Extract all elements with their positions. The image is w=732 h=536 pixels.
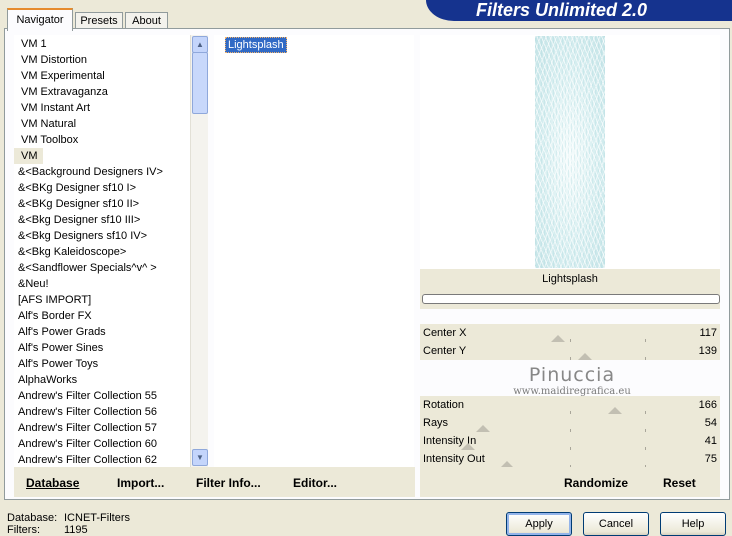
category-item[interactable]: &<BKg Designer sf10 II> (14, 196, 139, 212)
category-list[interactable]: VM 1 VM Distortion VM Experimental VM Extra… (14, 35, 190, 467)
param-center-y[interactable]: Center Y 139 (420, 342, 720, 360)
scroll-thumb[interactable] (192, 52, 208, 114)
status-database: Database: ICNET-Filters (7, 512, 130, 524)
status-filters-label: Filters: (7, 524, 40, 536)
category-item[interactable]: Alf's Power Toys (14, 356, 98, 372)
param-rays[interactable]: Rays 54 (420, 414, 720, 432)
apply-button[interactable]: Apply (506, 512, 572, 536)
category-item[interactable]: Alf's Power Sines (14, 340, 103, 356)
filter-info-button[interactable]: Filter Info... (196, 476, 261, 490)
category-item[interactable]: Andrew's Filter Collection 60 (14, 436, 157, 452)
tab-presets[interactable]: Presets (75, 12, 123, 29)
category-item[interactable]: VM Instant Art (14, 100, 90, 116)
param-label: Rotation (423, 399, 464, 411)
param-intensity-in[interactable]: Intensity In 41 (420, 432, 720, 450)
param-intensity-out[interactable]: Intensity Out 75 (420, 450, 720, 468)
category-item[interactable]: Alf's Border FX (14, 308, 92, 324)
category-item[interactable]: &<Sandflower Specials^v^ > (14, 260, 157, 276)
category-scrollbar[interactable]: ▲ ▼ (190, 35, 208, 467)
category-item[interactable]: VM Natural (14, 116, 76, 132)
slider-thumb[interactable] (476, 425, 490, 432)
param-label: Intensity Out (423, 453, 485, 465)
slider-thumb[interactable] (608, 407, 622, 414)
category-item[interactable]: &Neu! (14, 276, 49, 292)
database-button[interactable]: Database (26, 476, 79, 490)
tab-about[interactable]: About (125, 12, 168, 29)
filter-item-lightsplash[interactable]: Lightsplash (225, 37, 287, 53)
param-rotation[interactable]: Rotation 166 (420, 396, 720, 414)
slider-thumb[interactable] (551, 335, 565, 342)
category-item[interactable]: Andrew's Filter Collection 57 (14, 420, 157, 436)
category-item[interactable]: VM Toolbox (14, 132, 78, 148)
category-item[interactable]: VM Distortion (14, 52, 87, 68)
randomize-button[interactable]: Randomize (564, 476, 628, 490)
category-item[interactable]: VM (14, 148, 43, 164)
slider-thumb[interactable] (578, 353, 592, 360)
status-filters: Filters: 1195 (7, 524, 88, 536)
param-label: Center X (423, 327, 467, 339)
category-item[interactable]: &<Background Designers IV> (14, 164, 163, 180)
category-item[interactable]: [AFS IMPORT] (14, 292, 91, 308)
preview-filter-name: Lightsplash (542, 273, 598, 285)
param-label: Center Y (423, 345, 467, 357)
help-button[interactable]: Help (660, 512, 726, 536)
scroll-down-icon[interactable]: ▼ (192, 449, 208, 466)
status-database-label: Database: (7, 512, 58, 524)
param-value: 166 (698, 399, 717, 411)
status-database-value: ICNET-Filters (64, 512, 130, 524)
status-filters-value: 1195 (64, 524, 88, 536)
category-item[interactable]: Alf's Power Grads (14, 324, 106, 340)
category-item[interactable]: AlphaWorks (14, 372, 77, 388)
param-value: 139 (698, 345, 717, 357)
category-item[interactable]: &<Bkg Kaleidoscope> (14, 244, 126, 260)
editor-button[interactable]: Editor... (293, 476, 337, 490)
category-item[interactable]: &<BKg Designer sf10 I> (14, 180, 136, 196)
category-item[interactable]: &<Bkg Designers sf10 IV> (14, 228, 147, 244)
cancel-button[interactable]: Cancel (583, 512, 649, 536)
watermark-url: www.maidiregrafica.eu (513, 386, 631, 397)
scroll-up-icon[interactable]: ▲ (192, 36, 208, 53)
param-value: 54 (704, 417, 717, 429)
category-item[interactable]: Andrew's Filter Collection 62 (14, 452, 157, 467)
param-label: Rays (423, 417, 449, 429)
category-item[interactable]: &<Bkg Designer sf10 III> (14, 212, 140, 228)
param-center-x[interactable]: Center X 117 (420, 324, 720, 342)
app-title: Filters Unlimited 2.0 (476, 0, 648, 20)
category-item[interactable]: Andrew's Filter Collection 56 (14, 404, 157, 420)
category-item[interactable]: VM Extravaganza (14, 84, 108, 100)
reset-button[interactable]: Reset (663, 476, 696, 490)
progress-bar (422, 294, 720, 304)
tab-navigator[interactable]: Navigator (7, 8, 73, 31)
category-item[interactable]: Andrew's Filter Collection 55 (14, 388, 157, 404)
category-item[interactable]: VM Experimental (14, 68, 105, 84)
filter-list[interactable]: Lightsplash (214, 35, 414, 467)
watermark-name: Pinuccia (528, 364, 616, 386)
param-value: 41 (704, 435, 717, 447)
category-item[interactable]: VM 1 (14, 36, 47, 52)
param-value: 75 (704, 453, 717, 465)
slider-thumb[interactable] (461, 443, 475, 450)
import-button[interactable]: Import... (117, 476, 164, 490)
preview-image (535, 36, 605, 268)
param-value: 117 (699, 327, 717, 339)
